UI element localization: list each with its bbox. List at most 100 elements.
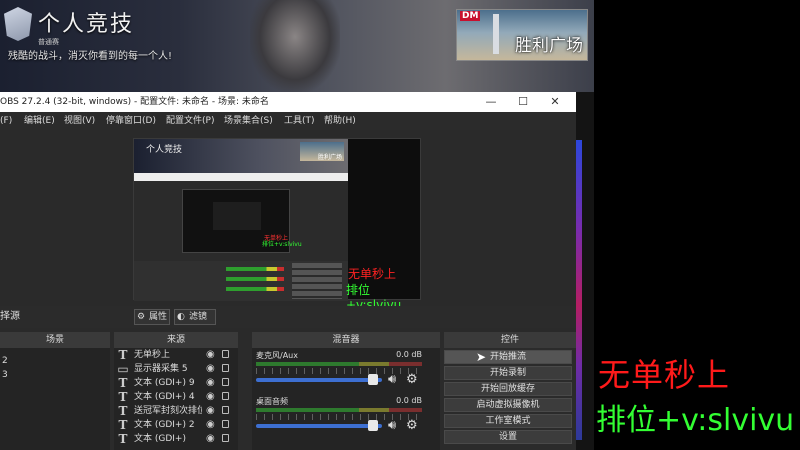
studio-mode-button[interactable]: 工作室模式 — [444, 414, 572, 428]
filters-button[interactable]: ◐ 滤镜 — [174, 309, 216, 325]
properties-button[interactable]: ⚙ 属性 — [134, 309, 170, 325]
menu-edit[interactable]: 编辑(E) — [24, 112, 55, 130]
mixer-channel: 桌面音频 0.0 dB 🔊︎ ⚙ — [252, 396, 426, 442]
source-label: 文本 (GDI+) 2 — [134, 420, 195, 430]
lock-icon[interactable] — [222, 392, 229, 400]
docks-region: 择源 ⚙ 属性 ◐ 滤镜 场景 2 3 来源 T 无单秒上 ◉ ▭ 显示器采集 … — [0, 306, 576, 450]
start-replay-buffer-button[interactable]: 开始回放缓存 — [444, 382, 572, 396]
source-item[interactable]: T 文本 (GDI+) 4 ◉ — [114, 390, 234, 404]
settings-button[interactable]: 设置 — [444, 430, 572, 444]
source-item[interactable]: T 文本 (GDI+) ◉ — [114, 432, 234, 446]
close-icon[interactable]: ✕ — [540, 92, 570, 112]
volume-slider-handle[interactable] — [368, 420, 378, 431]
eye-icon[interactable]: ◉ — [206, 418, 215, 432]
filters-label: 滤镜 — [189, 312, 208, 322]
eye-icon[interactable]: ◉ — [206, 404, 215, 418]
source-label: 无单秒上 — [134, 350, 171, 360]
text-source-icon: T — [118, 404, 128, 418]
menu-scene-collection[interactable]: 场景集合(S) — [224, 112, 273, 130]
menu-view[interactable]: 视图(V) — [64, 112, 95, 130]
mixer-header: 混音器 — [252, 332, 440, 348]
eye-icon[interactable]: ◉ — [206, 348, 215, 362]
start-recording-button[interactable]: 开始录制 — [444, 366, 572, 380]
volume-slider[interactable] — [256, 378, 382, 382]
source-item[interactable]: T 送冠军封刻次排位 ◉ — [114, 404, 234, 418]
mode-title: 个人竞技 — [38, 12, 135, 37]
eye-icon[interactable]: ◉ — [206, 362, 215, 376]
sources-header: 来源 — [114, 332, 238, 348]
source-label: 文本 (GDI+) 4 — [134, 392, 195, 402]
mini-obs: 无单秒上 排位+v:slvivu — [134, 173, 348, 301]
lock-icon[interactable] — [222, 350, 229, 358]
scene-item[interactable]: 2 — [2, 356, 8, 366]
text-source-icon: T — [118, 418, 128, 432]
map-thumbnail: DM 胜利广场 — [456, 9, 588, 61]
mini-preview-inner — [213, 202, 261, 230]
source-label: 显示器采集 5 — [134, 364, 188, 374]
source-item[interactable]: T 无单秒上 ◉ — [114, 348, 234, 362]
controls-header: 控件 — [444, 332, 576, 348]
mode-subtitle: 普通赛 — [38, 38, 59, 46]
window-titlebar[interactable]: OBS 27.2.4 (32-bit, windows) - 配置文件: 未命名… — [0, 92, 576, 112]
maximize-icon[interactable]: ☐ — [508, 92, 538, 112]
eye-icon[interactable]: ◉ — [206, 376, 215, 390]
speaker-icon[interactable]: 🔊︎ — [388, 418, 396, 433]
gear-icon[interactable]: ⚙ — [406, 418, 418, 433]
lock-icon[interactable] — [222, 434, 229, 442]
lock-icon[interactable] — [222, 364, 229, 372]
text-source-icon: T — [118, 432, 128, 446]
source-item[interactable]: T 文本 (GDI+) 9 ◉ — [114, 376, 234, 390]
scene-item[interactable]: 3 — [2, 370, 8, 380]
mini-meter — [226, 287, 284, 291]
overlay-text-green: 排位+v:slvivu — [596, 403, 795, 438]
mini-titlebar — [134, 173, 348, 181]
mixer-channel-db: 0.0 dB — [396, 396, 422, 405]
mini-controls — [292, 263, 342, 299]
text-source-icon: T — [118, 390, 128, 404]
filter-icon: ◐ — [177, 312, 185, 322]
source-item[interactable]: T 文本 (GDI+) 2 ◉ — [114, 418, 234, 432]
tower-graphic — [493, 14, 499, 54]
speaker-icon[interactable]: 🔊︎ — [388, 372, 396, 387]
eye-icon[interactable]: ◉ — [206, 390, 215, 404]
properties-label: 属性 — [149, 312, 168, 322]
mixer-channel-name: 麦克风/Aux — [256, 351, 298, 360]
meter-scale — [256, 414, 422, 420]
volume-meter — [256, 362, 422, 366]
eye-icon[interactable]: ◉ — [206, 432, 215, 446]
start-streaming-button[interactable]: 开始推流 — [444, 350, 572, 364]
mixer-panel: 麦克风/Aux 0.0 dB 🔊︎ ⚙ 桌面音频 0.0 dB 🔊︎ ⚙ — [252, 348, 440, 450]
preview-canvas[interactable]: 个人竞技 胜利广场 无单秒上 排位+v:slvivu 无单秒上 排位+v:slv… — [133, 138, 421, 312]
source-label: 文本 (GDI+) — [134, 434, 186, 444]
source-item[interactable]: ▭ 显示器采集 5 ◉ — [114, 362, 234, 376]
menu-help[interactable]: 帮助(H) — [324, 112, 356, 130]
lock-icon[interactable] — [222, 406, 229, 414]
mode-emblem-icon — [4, 7, 32, 41]
mixer-channel-db: 0.0 dB — [396, 350, 422, 359]
mixer-channel-name: 桌面音频 — [256, 397, 288, 406]
mini-meter — [226, 267, 284, 271]
mouse-cursor-icon: ➤ — [476, 350, 487, 364]
meter-scale — [256, 368, 422, 374]
display-source-icon: ▭ — [117, 362, 129, 376]
menu-file[interactable]: (F) — [0, 112, 12, 130]
start-virtual-camera-button[interactable]: 启动虚拟摄像机 — [444, 398, 572, 412]
volume-slider[interactable] — [256, 424, 382, 428]
overlay-text-red: 无单秒上 — [598, 356, 731, 394]
menu-tools[interactable]: 工具(T) — [284, 112, 315, 130]
lock-icon[interactable] — [222, 420, 229, 428]
minimize-icon[interactable]: — — [476, 92, 506, 112]
gear-icon[interactable]: ⚙ — [406, 372, 418, 387]
menu-docks[interactable]: 停靠窗口(D) — [106, 112, 156, 130]
source-label: 文本 (GDI+) 9 — [134, 378, 195, 388]
game-banner: 个人竞技 普通赛 残酷的战斗，消灭你看到的每一个人! DM 胜利广场 — [0, 0, 594, 92]
lock-icon[interactable] — [222, 378, 229, 386]
menu-profile[interactable]: 配置文件(P) — [166, 112, 214, 130]
character-figure — [250, 0, 340, 92]
mini-victory: 胜利广场 — [300, 142, 344, 161]
gear-icon: ⚙ — [137, 312, 146, 322]
mode-slogan: 残酷的战斗，消灭你看到的每一个人! — [8, 51, 173, 62]
volume-slider-handle[interactable] — [368, 374, 378, 385]
source-toolbar-label: 择源 — [0, 311, 20, 322]
preview-overlay-red: 无单秒上 — [348, 267, 397, 281]
